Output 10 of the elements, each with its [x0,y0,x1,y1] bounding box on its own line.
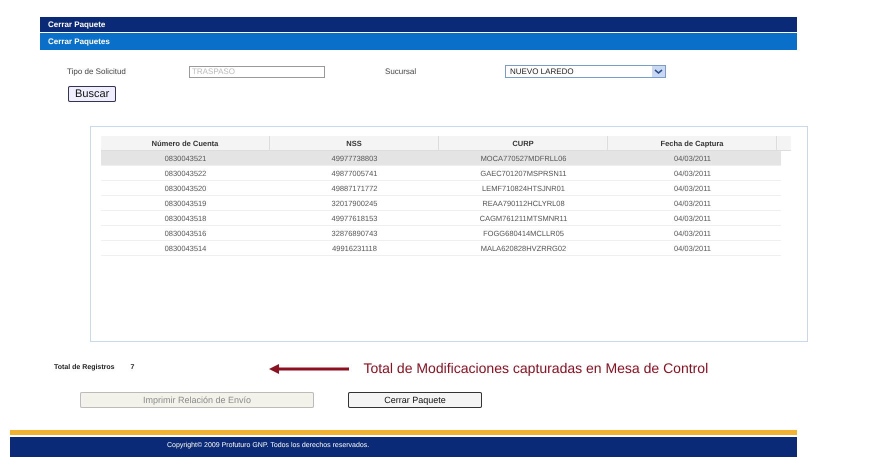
dropdown-arrow-icon [652,66,665,77]
tipo-label: Tipo de Solicitud [67,66,127,78]
sucursal-label: Sucursal [385,66,418,78]
search-button[interactable]: Buscar [68,86,116,102]
arrow-icon [269,364,350,374]
action-button[interactable]: Cerrar Paquete [348,392,482,408]
page-title: Cerrar Paquete [40,17,797,32]
section-title: Cerrar Paquetes [40,33,797,50]
sucursal-select[interactable]: NUEVO LAREDO [505,65,666,78]
annotation-text: Total de Modificaciones capturadas en Mesa de Control [363,359,708,378]
